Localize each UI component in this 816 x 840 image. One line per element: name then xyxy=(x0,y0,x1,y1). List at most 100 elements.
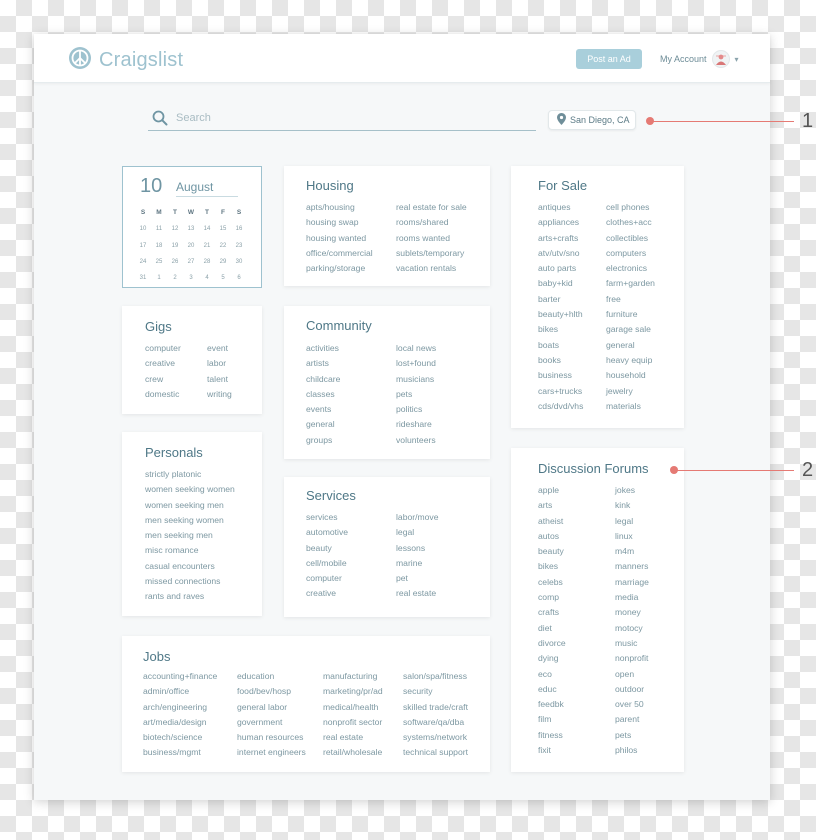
category-link[interactable]: rooms/shared xyxy=(396,215,496,230)
calendar-date[interactable]: 17 xyxy=(135,238,151,254)
category-link[interactable]: rooms wanted xyxy=(396,231,496,246)
category-link[interactable]: food/bev/hosp xyxy=(237,684,323,699)
category-link[interactable]: cell phones xyxy=(606,200,686,215)
category-link[interactable]: labor xyxy=(207,356,267,371)
category-link[interactable]: sublets/temporary xyxy=(396,246,496,261)
calendar-date[interactable]: 23 xyxy=(231,238,247,254)
category-link[interactable]: educ xyxy=(538,682,615,697)
category-link[interactable]: salon/spa/fitness xyxy=(403,669,483,684)
category-link[interactable]: legal xyxy=(396,525,496,540)
category-link[interactable]: motocy xyxy=(615,621,685,636)
category-link[interactable]: women seeking men xyxy=(145,498,255,513)
category-link[interactable]: dying xyxy=(538,651,615,666)
category-link[interactable]: real estate xyxy=(396,586,496,601)
category-link[interactable]: childcare xyxy=(306,372,396,387)
category-link[interactable]: services xyxy=(306,510,396,525)
category-link[interactable]: diet xyxy=(538,621,615,636)
category-link[interactable]: bikes xyxy=(538,322,606,337)
category-link[interactable]: education xyxy=(237,669,323,684)
section-title[interactable]: Discussion Forums xyxy=(538,461,649,476)
calendar-date[interactable]: 4 xyxy=(199,270,215,286)
category-link[interactable]: cell/mobile xyxy=(306,556,396,571)
category-link[interactable]: money xyxy=(615,605,685,620)
category-link[interactable]: media xyxy=(615,590,685,605)
category-link[interactable]: creative xyxy=(145,356,207,371)
category-link[interactable]: jewelry xyxy=(606,384,686,399)
category-link[interactable]: garage sale xyxy=(606,322,686,337)
category-link[interactable]: marriage xyxy=(615,575,685,590)
category-link[interactable]: cars+trucks xyxy=(538,384,606,399)
category-link[interactable]: legal xyxy=(615,514,685,529)
category-link[interactable]: technical support xyxy=(403,745,483,760)
category-link[interactable]: beauty xyxy=(538,544,615,559)
category-link[interactable]: collectibles xyxy=(606,231,686,246)
section-title[interactable]: Gigs xyxy=(145,319,172,334)
category-link[interactable]: materials xyxy=(606,399,686,414)
category-link[interactable]: general labor xyxy=(237,700,323,715)
category-link[interactable]: business/mgmt xyxy=(143,745,237,760)
category-link[interactable]: automotive xyxy=(306,525,396,540)
section-title[interactable]: Services xyxy=(306,488,356,503)
location-selector[interactable]: San Diego, CA xyxy=(548,110,636,130)
category-link[interactable]: lost+found xyxy=(396,356,496,371)
category-link[interactable]: rideshare xyxy=(396,417,496,432)
category-link[interactable]: software/qa/dba xyxy=(403,715,483,730)
category-link[interactable]: casual encounters xyxy=(145,559,255,574)
category-link[interactable]: eco xyxy=(538,667,615,682)
calendar-date[interactable]: 21 xyxy=(199,238,215,254)
category-link[interactable]: vacation rentals xyxy=(396,261,496,276)
category-link[interactable]: open xyxy=(615,667,685,682)
category-link[interactable]: admin/office xyxy=(143,684,237,699)
category-link[interactable]: general xyxy=(606,338,686,353)
calendar-date[interactable]: 12 xyxy=(167,221,183,237)
category-link[interactable]: celebs xyxy=(538,575,615,590)
calendar-date[interactable]: 30 xyxy=(231,254,247,270)
category-link[interactable]: electronics xyxy=(606,261,686,276)
category-link[interactable]: medical/health xyxy=(323,700,403,715)
calendar-date[interactable]: 22 xyxy=(215,238,231,254)
category-link[interactable]: antiques xyxy=(538,200,606,215)
category-link[interactable]: household xyxy=(606,368,686,383)
calendar-date[interactable]: 25 xyxy=(151,254,167,270)
category-link[interactable]: autos xyxy=(538,529,615,544)
category-link[interactable]: general xyxy=(306,417,396,432)
category-link[interactable]: boats xyxy=(538,338,606,353)
category-link[interactable]: fitness xyxy=(538,728,615,743)
category-link[interactable]: misc romance xyxy=(145,543,255,558)
category-link[interactable]: security xyxy=(403,684,483,699)
category-link[interactable]: apts/housing xyxy=(306,200,396,215)
category-link[interactable]: manners xyxy=(615,559,685,574)
calendar-date[interactable]: 1 xyxy=(151,270,167,286)
category-link[interactable]: parking/storage xyxy=(306,261,396,276)
logo[interactable]: Craigslist xyxy=(68,46,183,75)
category-link[interactable]: groups xyxy=(306,433,396,448)
category-link[interactable]: government xyxy=(237,715,323,730)
category-link[interactable]: furniture xyxy=(606,307,686,322)
category-link[interactable]: domestic xyxy=(145,387,207,402)
category-link[interactable]: creative xyxy=(306,586,396,601)
category-link[interactable]: fixit xyxy=(538,743,615,758)
category-link[interactable]: office/commercial xyxy=(306,246,396,261)
category-link[interactable]: atheist xyxy=(538,514,615,529)
category-link[interactable]: free xyxy=(606,292,686,307)
calendar-date[interactable]: 15 xyxy=(215,221,231,237)
calendar-date[interactable]: 10 xyxy=(135,221,151,237)
category-link[interactable]: nonprofit sector xyxy=(323,715,403,730)
section-title[interactable]: Community xyxy=(306,318,372,333)
category-link[interactable]: beauty xyxy=(306,541,396,556)
category-link[interactable]: parent xyxy=(615,712,685,727)
search-input[interactable]: Search xyxy=(176,112,211,124)
category-link[interactable]: manufacturing xyxy=(323,669,403,684)
category-link[interactable]: volunteers xyxy=(396,433,496,448)
category-link[interactable]: comp xyxy=(538,590,615,605)
category-link[interactable]: clothes+acc xyxy=(606,215,686,230)
calendar-date[interactable]: 2 xyxy=(167,270,183,286)
calendar-date[interactable]: 24 xyxy=(135,254,151,270)
category-link[interactable]: classes xyxy=(306,387,396,402)
post-ad-button[interactable]: Post an Ad xyxy=(576,49,642,69)
category-link[interactable]: real estate for sale xyxy=(396,200,496,215)
section-title[interactable]: Personals xyxy=(145,445,203,460)
calendar-date[interactable]: 27 xyxy=(183,254,199,270)
category-link[interactable]: marine xyxy=(396,556,496,571)
category-link[interactable]: skilled trade/craft xyxy=(403,700,483,715)
